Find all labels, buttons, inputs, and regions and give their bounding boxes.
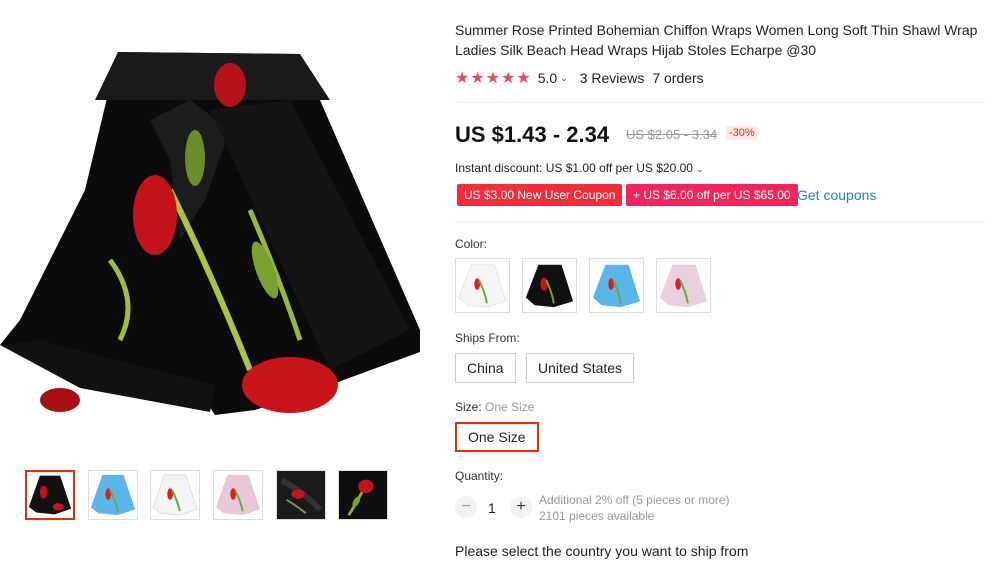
thumbnail-blue[interactable] — [88, 470, 138, 520]
thumbnail-black[interactable] — [25, 470, 75, 520]
color-swatch-blue[interactable] — [589, 258, 644, 313]
thumbnail-pink[interactable] — [213, 470, 263, 520]
color-swatch-pink[interactable] — [656, 258, 711, 313]
price-current: US $1.43 - 2.34 — [455, 122, 610, 147]
main-product-image[interactable] — [0, 40, 425, 450]
star-icon: ★ — [485, 70, 501, 87]
product-title: Summer Rose Printed Bohemian Chiffon Wra… — [455, 22, 978, 58]
pieces-available: 2101 pieces available — [539, 509, 655, 523]
size-selected-value: One Size — [485, 400, 535, 414]
divider — [455, 102, 985, 103]
color-swatch-black[interactable] — [522, 258, 577, 313]
price-original: US $2.05 - 3.34 — [626, 127, 718, 142]
quantity-info: Additional 2% off (5 pieces or more) 210… — [539, 492, 730, 524]
star-icon: ★ — [516, 70, 531, 87]
rating-row: ★ ★ ★ ★ ★ 5.0 ⌄ 3 Reviews 7 orders — [455, 68, 704, 88]
color-label: Color: — [455, 237, 488, 251]
get-coupons-link[interactable]: Get coupons — [797, 187, 876, 203]
star-icon: ★ — [470, 70, 485, 87]
divider — [455, 221, 985, 222]
size-one-size[interactable]: One Size — [455, 422, 539, 452]
ships-from-label: Ships From: — [455, 331, 520, 345]
discount-badge: -30% — [726, 126, 758, 140]
chevron-down-icon: ⌄ — [695, 164, 704, 174]
star-icon: ★ — [455, 70, 470, 87]
reviews-link[interactable]: 3 Reviews — [580, 70, 645, 86]
rating-value[interactable]: 5.0 — [538, 70, 557, 86]
size-label-text: Size: — [455, 400, 482, 414]
star-icon: ★ — [501, 70, 516, 87]
chevron-down-icon[interactable]: ⌄ — [560, 73, 568, 84]
quantity-increase-button[interactable]: + — [510, 496, 532, 518]
new-user-coupon[interactable]: US $3.00 New User Coupon — [457, 184, 623, 206]
quantity-label: Quantity: — [455, 469, 504, 483]
quantity-decrease-button[interactable]: − — [455, 496, 477, 518]
color-swatch-white[interactable] — [455, 258, 510, 313]
bulk-discount-note: Additional 2% off (5 pieces or more) — [539, 493, 730, 507]
thumbnail-rose-closeup[interactable] — [338, 470, 388, 520]
orders-count: 7 orders — [652, 70, 704, 86]
size-label: Size: One Size — [455, 400, 534, 414]
instant-discount-text: Instant discount: US $1.00 off per US $2… — [455, 161, 693, 175]
ship-from-united-states[interactable]: United States — [526, 353, 635, 383]
ship-from-china[interactable]: China — [455, 353, 516, 383]
instant-discount[interactable]: Instant discount: US $1.00 off per US $2… — [455, 161, 703, 175]
thumbnail-black-detail[interactable] — [276, 470, 326, 520]
store-coupon[interactable]: + US $6.00 off per US $65.00 — [626, 184, 798, 206]
thumbnail-white[interactable] — [150, 470, 200, 520]
quantity-value[interactable]: 1 — [488, 500, 496, 516]
shipping-message: Please select the country you want to sh… — [455, 543, 749, 559]
